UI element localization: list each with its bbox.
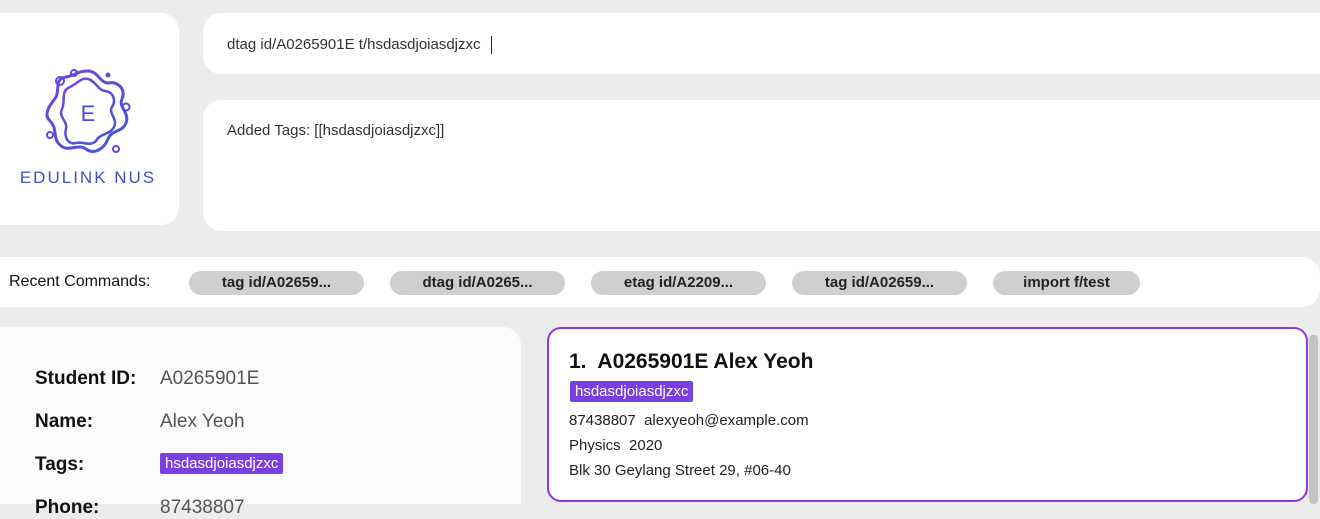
logo-wordmark: EDULINK NUS: [19, 168, 157, 187]
recent-command-chip[interactable]: import f/test: [993, 271, 1140, 295]
recent-command-chip[interactable]: tag id/A02659...: [189, 271, 364, 295]
phone-value: 87438807: [160, 497, 245, 518]
logo-panel: E EDULINK NUS: [0, 13, 179, 225]
card-phone: 87438807: [569, 412, 636, 429]
student-detail-panel: Student ID: A0265901E Name: Alex Yeoh Ta…: [0, 327, 521, 518]
recent-command-chip[interactable]: dtag id/A0265...: [390, 271, 565, 295]
text-caret: [491, 36, 492, 54]
card-academic-line: Physics 2020: [569, 437, 662, 454]
card-year: 2020: [629, 437, 663, 454]
card-student-id: A0265901E: [597, 350, 709, 373]
card-email: alexyeoh@example.com: [644, 412, 809, 429]
student-card[interactable]: 1. A0265901E Alex Yeoh hsdasdjoiasdjzxc …: [547, 327, 1308, 502]
tag-badge: hsdasdjoiasdjzxc: [160, 453, 284, 474]
student-id-value: A0265901E: [160, 368, 260, 389]
tag-badge: hsdasdjoiasdjzxc: [570, 381, 694, 402]
name-value: Alex Yeoh: [160, 411, 245, 432]
card-index: 1.: [569, 350, 587, 373]
name-label: Name:: [35, 411, 94, 432]
edulink-logo-icon: E: [45, 69, 131, 153]
card-major: Physics: [569, 437, 621, 454]
list-scrollbar[interactable]: [1309, 335, 1318, 504]
recent-command-chip[interactable]: tag id/A02659...: [792, 271, 967, 295]
card-contact-line: 87438807 alexyeoh@example.com: [569, 412, 809, 429]
card-name: Alex Yeoh: [713, 350, 814, 373]
command-input[interactable]: [227, 33, 1287, 55]
recent-commands-label: Recent Commands:: [9, 273, 151, 290]
svg-text:E: E: [81, 101, 96, 126]
result-display: Added Tags: [[hsdasdjoiasdjzxc]]: [203, 100, 1320, 231]
card-address: Blk 30 Geylang Street 29, #06-40: [569, 462, 791, 479]
command-box: [203, 13, 1320, 74]
recent-command-chip[interactable]: etag id/A2209...: [591, 271, 766, 295]
student-id-label: Student ID:: [35, 368, 137, 389]
phone-label: Phone:: [35, 497, 100, 518]
card-title: 1. A0265901E Alex Yeoh: [569, 350, 813, 374]
tags-label: Tags:: [35, 454, 85, 475]
recent-commands-bar: Recent Commands: tag id/A02659... dtag i…: [0, 257, 1320, 307]
result-message: Added Tags: [[hsdasdjoiasdjzxc]]: [227, 122, 445, 139]
